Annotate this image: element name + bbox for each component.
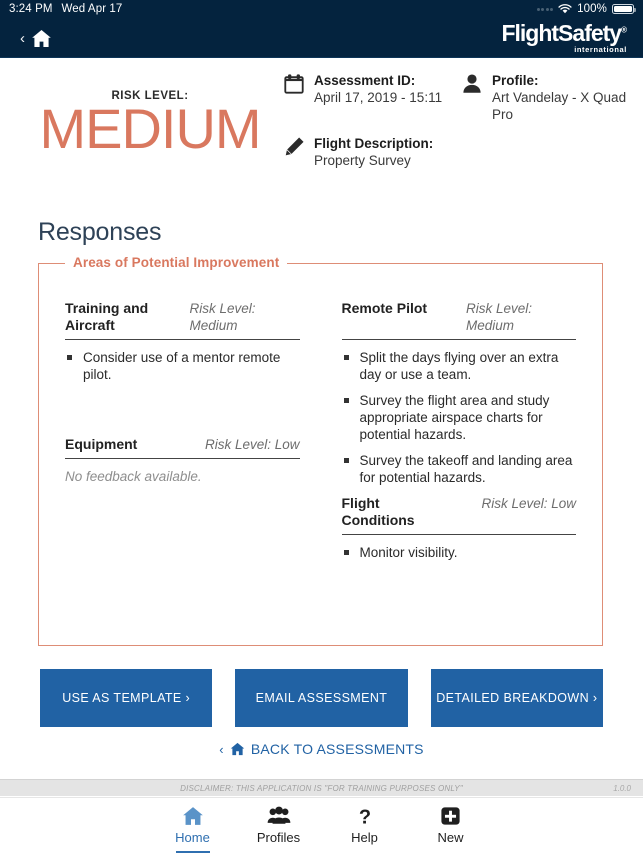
meta-row-bottom: Flight Description: Property Survey — [283, 135, 643, 169]
back-chevron-icon: ‹ — [219, 741, 224, 757]
detailed-breakdown-button[interactable]: DETAILED BREAKDOWN › — [430, 669, 603, 727]
category-equipment: Equipment Risk Level: Low No feedback av… — [65, 436, 300, 485]
plus-square-icon — [441, 807, 460, 825]
category-remote-pilot: Remote Pilot Risk Level: Medium Split th… — [341, 300, 577, 486]
risk-level-block: RISK LEVEL: MEDIUM — [0, 90, 300, 159]
category-name: Flight Conditions — [341, 495, 415, 528]
tab-home[interactable]: Home — [150, 798, 236, 857]
home-icon — [32, 29, 51, 47]
home-icon — [182, 807, 203, 825]
battery-percent-label: 100% — [577, 3, 607, 15]
feedback-item: Survey the flight area and study appropr… — [342, 392, 577, 443]
category-flight-conditions: Flight Conditions Risk Level: Low Monito… — [341, 495, 577, 561]
feedback-item: Split the days flying over an extra day … — [342, 349, 577, 383]
category-training-and-aircraft: Training and Aircraft Risk Level: Medium… — [65, 300, 300, 383]
brand-name: FlightSafety — [501, 19, 622, 46]
signal-dots-icon — [536, 7, 554, 11]
tab-profiles[interactable]: Profiles — [236, 798, 322, 857]
tab-label: New — [437, 830, 464, 845]
email-assessment-button[interactable]: EMAIL ASSESSMENT — [235, 669, 408, 727]
use-as-template-button[interactable]: USE AS TEMPLATE › — [40, 669, 213, 727]
tab-label: Help — [351, 830, 378, 845]
category-name: Equipment — [65, 436, 138, 452]
top-navigation-bar: ‹ FlightSafety® international — [0, 18, 643, 58]
wifi-icon — [558, 4, 572, 14]
category-body: Split the days flying over an extra day … — [342, 349, 577, 486]
status-date: Wed Apr 17 — [61, 3, 123, 15]
category-risk-level: Risk Level: Medium — [189, 301, 256, 333]
calendar-icon — [283, 72, 305, 100]
flight-description-text: Flight Description: Property Survey — [314, 135, 433, 169]
disclaimer-bar: DISCLAIMER: THIS APPLICATION IS "FOR TRA… — [0, 779, 643, 796]
ios-status-bar: 3:24 PM Wed Apr 17 100% — [0, 0, 643, 18]
right-column: Remote Pilot Risk Level: Medium Split th… — [341, 294, 577, 570]
category-name: Remote Pilot — [341, 300, 428, 316]
flight-description-value: Property Survey — [314, 153, 411, 168]
category-risk-level: Risk Level: Low — [204, 437, 300, 452]
meta-row-top: Assessment ID: April 17, 2019 - 15:11 Pr… — [283, 72, 643, 123]
home-icon — [230, 742, 245, 756]
flightsafety-logo: FlightSafety® international — [501, 19, 627, 55]
category-header: Training and Aircraft Risk Level: Medium — [65, 300, 300, 340]
left-column: Training and Aircraft Risk Level: Medium… — [65, 294, 300, 570]
category-header: Remote Pilot Risk Level: Medium — [341, 300, 576, 340]
category-header: Equipment Risk Level: Low — [65, 436, 300, 459]
people-icon — [267, 806, 290, 824]
left-column-spacer — [65, 392, 300, 436]
assessment-id-text: Assessment ID: April 17, 2019 - 15:11 — [314, 72, 442, 106]
category-risk-level: Risk Level: Medium — [466, 301, 533, 333]
feedback-item: Monitor visibility. — [342, 544, 577, 561]
areas-of-improvement-panel: Areas of Potential Improvement Training … — [38, 255, 603, 646]
status-bar-right: 100% — [536, 3, 636, 15]
profile-field: Profile: Art Vandelay - X Quad Pro — [461, 72, 637, 123]
risk-level-value: MEDIUM — [39, 97, 261, 160]
profile-label: Profile: — [492, 73, 539, 88]
status-time: 3:24 PM — [9, 3, 53, 15]
back-chevron-icon: ‹ — [20, 29, 25, 47]
disclaimer-text: DISCLAIMER: THIS APPLICATION IS "FOR TRA… — [180, 783, 463, 793]
no-feedback-message: No feedback available. — [65, 469, 202, 484]
question-icon: ? — [358, 806, 370, 826]
profile-value: Art Vandelay - X Quad Pro — [492, 90, 627, 122]
brand-subtitle: international — [574, 44, 627, 54]
battery-full-icon — [612, 3, 636, 15]
back-to-assessments-link[interactable]: ‹ BACK TO ASSESSMENTS — [0, 741, 643, 757]
category-body: Consider use of a mentor remote pilot. — [65, 349, 300, 383]
assessment-meta: Assessment ID: April 17, 2019 - 15:11 Pr… — [283, 72, 643, 169]
category-body: Monitor visibility. — [342, 544, 577, 561]
assessment-id-label: Assessment ID: — [314, 73, 416, 88]
version-label: 1.0.0 — [613, 783, 631, 793]
feedback-list: Monitor visibility. — [342, 544, 577, 561]
pencil-icon — [283, 135, 305, 163]
category-name: Training and Aircraft — [65, 300, 149, 333]
assessment-summary: RISK LEVEL: MEDIUM Assessment ID: April … — [0, 58, 643, 202]
categories-grid: Training and Aircraft Risk Level: Medium… — [65, 294, 576, 570]
action-buttons: USE AS TEMPLATE › EMAIL ASSESSMENT DETAI… — [0, 669, 643, 727]
tab-new[interactable]: New — [408, 798, 494, 857]
assessment-id-field: Assessment ID: April 17, 2019 - 15:11 — [283, 72, 451, 123]
panel-legend: Areas of Potential Improvement — [65, 255, 288, 270]
profile-text: Profile: Art Vandelay - X Quad Pro — [492, 72, 637, 123]
page-title: Responses — [38, 218, 162, 246]
assessment-id-value: April 17, 2019 - 15:11 — [314, 90, 443, 105]
brand-registered-mark: ® — [621, 25, 627, 35]
person-icon — [461, 72, 483, 100]
tab-label: Profiles — [256, 830, 301, 845]
flight-description-field: Flight Description: Property Survey — [283, 135, 451, 169]
tab-help[interactable]: ? Help — [322, 798, 408, 857]
category-header: Flight Conditions Risk Level: Low — [341, 495, 576, 535]
feedback-list: Split the days flying over an extra day … — [342, 349, 577, 486]
feedback-item: Survey the takeoff and landing area for … — [342, 452, 577, 486]
tab-label: Home — [175, 830, 210, 845]
svg-text:?: ? — [358, 806, 370, 826]
feedback-item: Consider use of a mentor remote pilot. — [65, 349, 300, 383]
feedback-list: Consider use of a mentor remote pilot. — [65, 349, 300, 383]
category-risk-level: Risk Level: Low — [481, 496, 576, 511]
back-link-label: BACK TO ASSESSMENTS — [250, 741, 424, 757]
nav-back-home-button[interactable]: ‹ — [20, 29, 52, 48]
status-bar-left: 3:24 PM Wed Apr 17 — [9, 3, 122, 15]
bottom-tab-bar: Home Profiles ? Help New — [0, 797, 643, 857]
flight-description-label: Flight Description: — [314, 136, 434, 151]
category-body: No feedback available. — [65, 468, 300, 485]
